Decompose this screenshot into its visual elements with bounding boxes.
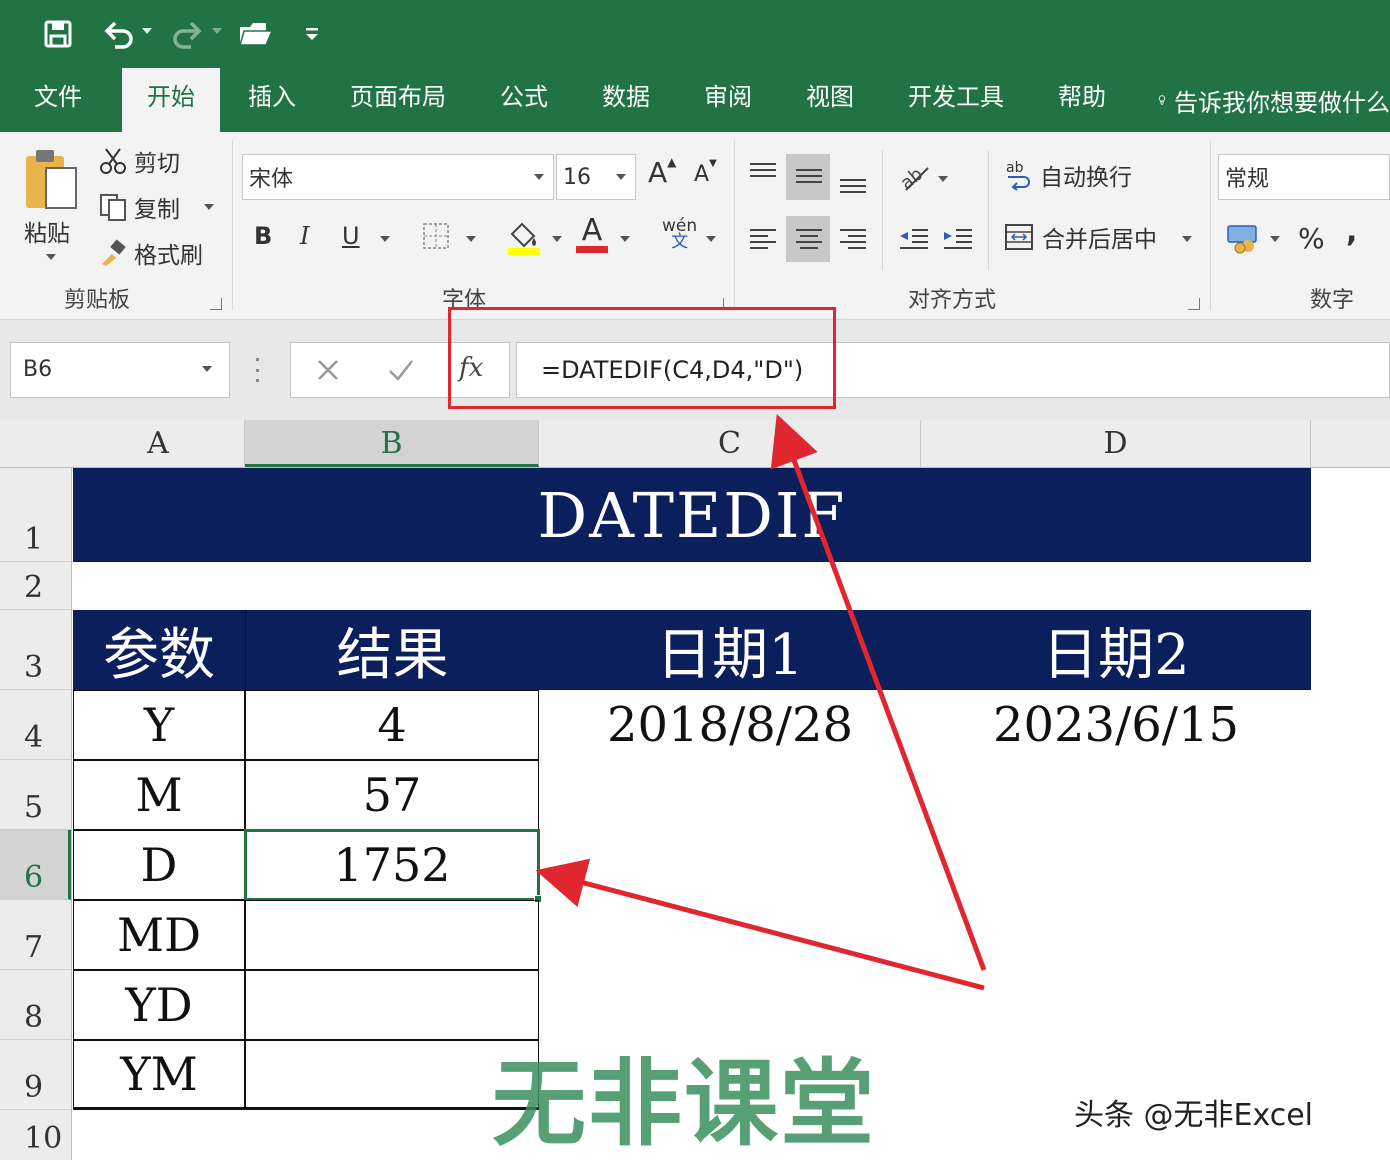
watermark-logo: 无非课堂 xyxy=(492,1050,877,1159)
arrow-to-cell xyxy=(535,858,985,991)
annotation-arrows xyxy=(535,413,987,991)
author-byline: 头条 @无非Excel xyxy=(1074,1098,1314,1133)
arrow-to-formula xyxy=(770,413,987,971)
